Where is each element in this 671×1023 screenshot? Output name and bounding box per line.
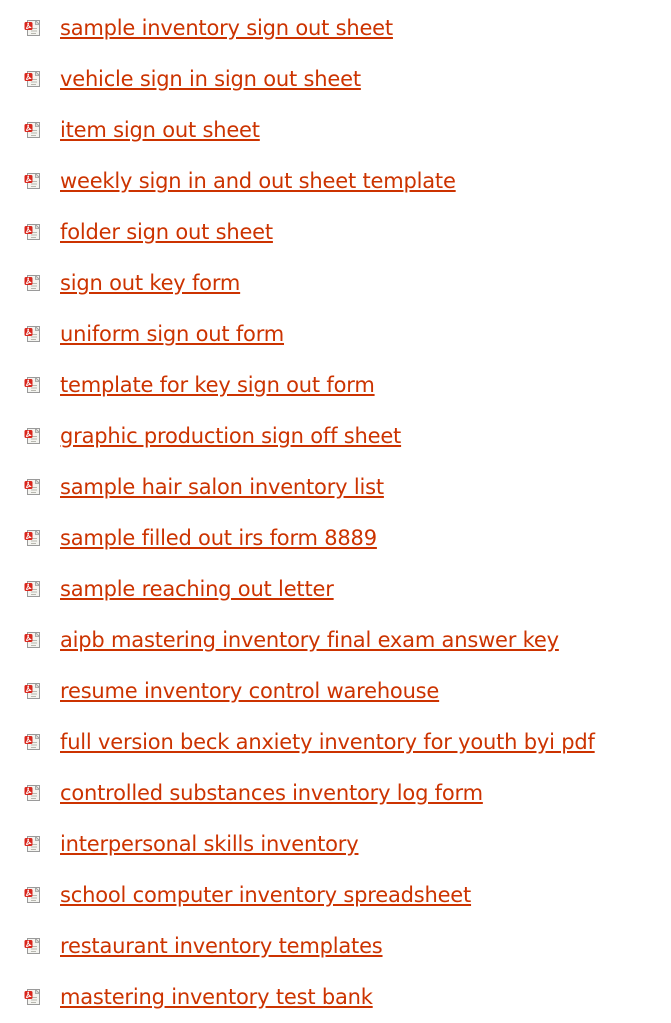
pdf-link-list: sample inventory sign out sheet vehicle … <box>0 2 671 1022</box>
document-link[interactable]: interpersonal skills inventory <box>60 832 359 856</box>
pdf-file-icon <box>24 937 40 954</box>
pdf-file-icon <box>24 376 40 393</box>
pdf-file-icon <box>24 886 40 903</box>
list-item: aipb mastering inventory final exam answ… <box>0 614 671 665</box>
list-item: uniform sign out form <box>0 308 671 359</box>
pdf-file-icon <box>24 427 40 444</box>
pdf-file-icon <box>24 682 40 699</box>
list-item: sign out key form <box>0 257 671 308</box>
document-link[interactable]: uniform sign out form <box>60 322 284 346</box>
document-link[interactable]: sample inventory sign out sheet <box>60 16 393 40</box>
list-item: sample reaching out letter <box>0 563 671 614</box>
list-item: sample inventory sign out sheet <box>0 2 671 53</box>
document-link[interactable]: aipb mastering inventory final exam answ… <box>60 628 559 652</box>
document-link[interactable]: restaurant inventory templates <box>60 934 383 958</box>
pdf-file-icon <box>24 223 40 240</box>
list-item: weekly sign in and out sheet template <box>0 155 671 206</box>
pdf-file-icon <box>24 172 40 189</box>
list-item: resume inventory control warehouse <box>0 665 671 716</box>
document-link[interactable]: vehicle sign in sign out sheet <box>60 67 361 91</box>
pdf-file-icon <box>24 19 40 36</box>
list-item: mastering inventory test bank <box>0 971 671 1022</box>
document-link[interactable]: graphic production sign off sheet <box>60 424 401 448</box>
pdf-file-icon <box>24 70 40 87</box>
document-link[interactable]: folder sign out sheet <box>60 220 273 244</box>
list-item: sample filled out irs form 8889 <box>0 512 671 563</box>
document-link[interactable]: sign out key form <box>60 271 240 295</box>
pdf-file-icon <box>24 835 40 852</box>
list-item: school computer inventory spreadsheet <box>0 869 671 920</box>
list-item: restaurant inventory templates <box>0 920 671 971</box>
pdf-file-icon <box>24 631 40 648</box>
pdf-file-icon <box>24 988 40 1005</box>
document-link[interactable]: controlled substances inventory log form <box>60 781 483 805</box>
list-item: sample hair salon inventory list <box>0 461 671 512</box>
document-link[interactable]: weekly sign in and out sheet template <box>60 169 456 193</box>
pdf-file-icon <box>24 274 40 291</box>
pdf-file-icon <box>24 121 40 138</box>
list-item: folder sign out sheet <box>0 206 671 257</box>
list-item: controlled substances inventory log form <box>0 767 671 818</box>
pdf-file-icon <box>24 580 40 597</box>
document-link[interactable]: sample hair salon inventory list <box>60 475 384 499</box>
list-item: template for key sign out form <box>0 359 671 410</box>
list-item: item sign out sheet <box>0 104 671 155</box>
list-item: graphic production sign off sheet <box>0 410 671 461</box>
document-link[interactable]: full version beck anxiety inventory for … <box>60 730 595 754</box>
list-item: interpersonal skills inventory <box>0 818 671 869</box>
document-link[interactable]: mastering inventory test bank <box>60 985 373 1009</box>
pdf-file-icon <box>24 733 40 750</box>
document-link[interactable]: school computer inventory spreadsheet <box>60 883 471 907</box>
pdf-file-icon <box>24 325 40 342</box>
document-link[interactable]: item sign out sheet <box>60 118 260 142</box>
pdf-file-icon <box>24 529 40 546</box>
document-link[interactable]: template for key sign out form <box>60 373 375 397</box>
document-link[interactable]: sample filled out irs form 8889 <box>60 526 377 550</box>
list-item: full version beck anxiety inventory for … <box>0 716 671 767</box>
pdf-file-icon <box>24 784 40 801</box>
document-link[interactable]: sample reaching out letter <box>60 577 334 601</box>
list-item: vehicle sign in sign out sheet <box>0 53 671 104</box>
document-link[interactable]: resume inventory control warehouse <box>60 679 439 703</box>
pdf-file-icon <box>24 478 40 495</box>
